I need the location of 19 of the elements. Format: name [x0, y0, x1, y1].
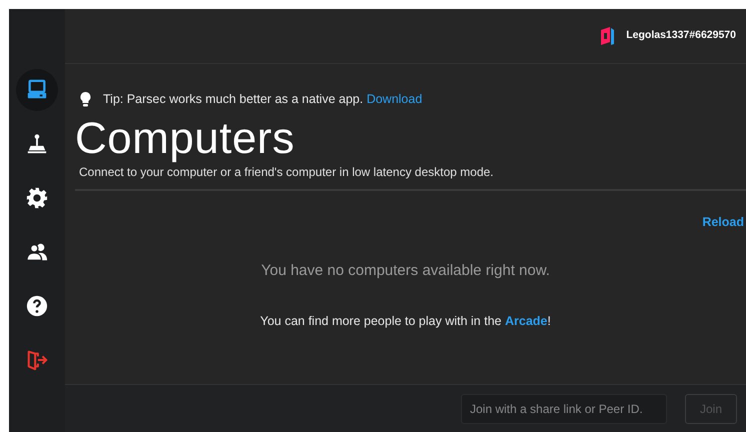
arcade-hint: You can find more people to play with in the Arcade!	[259, 313, 552, 330]
logo-icon	[600, 27, 614, 45]
join-field[interactable]: Join with a share link or Peer ID.	[461, 394, 667, 424]
sidebar-item[interactable]	[16, 69, 58, 111]
logout-icon	[26, 349, 48, 371]
username[interactable]: Legolas1337#6629570	[626, 28, 736, 44]
page-subtitle: Connect to your computer or a friend's computer in low latency desktop mode.	[79, 164, 494, 181]
reload-button[interactable]: Reload	[702, 212, 744, 232]
empty-message: You have no computers available right now.	[260, 260, 551, 280]
computer-icon	[26, 79, 48, 101]
tip-text: Tip: Parsec works much better as a native app. Download	[103, 91, 422, 108]
arcade-link[interactable]: Arcade	[504, 314, 548, 328]
lightbulb-icon	[80, 92, 91, 107]
joystick-icon	[26, 133, 48, 155]
people-icon	[26, 241, 48, 263]
help-icon	[26, 295, 48, 317]
download-link[interactable]: Download	[366, 92, 422, 106]
page-title: Computers	[75, 114, 296, 163]
settings-icon	[26, 187, 48, 209]
